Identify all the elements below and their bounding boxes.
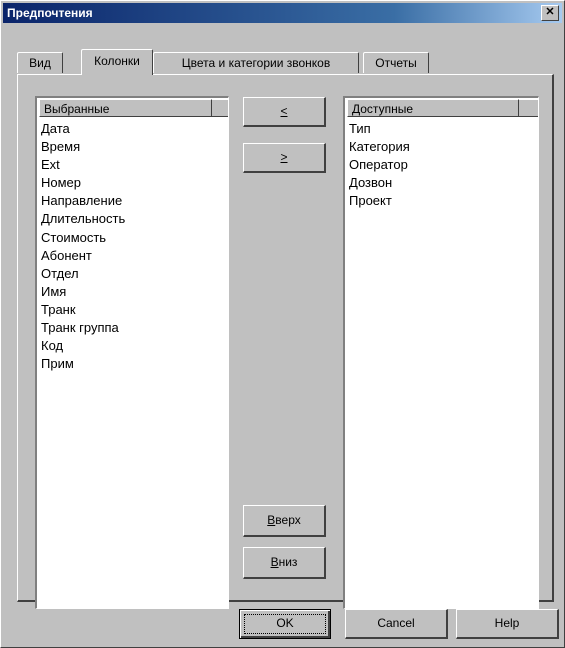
tab-colors-categories[interactable]: Цвета и категории звонков — [153, 52, 359, 73]
selected-columns-list[interactable]: Выбранные Дата Время Ext Номер Направлен… — [35, 96, 229, 609]
move-left-button[interactable]: < — [243, 97, 326, 127]
list-item[interactable]: Длительность — [41, 210, 125, 228]
close-button[interactable]: ✕ — [541, 5, 559, 21]
tab-columns-label: Колонки — [94, 54, 140, 68]
selected-header-filler — [212, 99, 228, 117]
list-item[interactable]: Отдел — [41, 265, 125, 283]
ok-label: OK — [276, 616, 294, 630]
tab-view-label: Вид — [29, 56, 51, 70]
available-columns-list[interactable]: Доступные Тип Категория Оператор Дозвон … — [343, 96, 539, 609]
tab-reports[interactable]: Отчеты — [363, 52, 429, 73]
list-item[interactable]: Дата — [41, 120, 125, 138]
list-item[interactable]: Оператор — [349, 156, 410, 174]
list-item[interactable]: Ext — [41, 156, 125, 174]
move-down-label: низ — [278, 555, 298, 569]
list-item[interactable]: Номер — [41, 174, 125, 192]
window-title: Предпочтения — [7, 6, 93, 20]
close-icon: ✕ — [545, 6, 555, 18]
list-item[interactable]: Транк группа — [41, 319, 125, 337]
available-header-filler — [519, 99, 538, 117]
move-left-label: < — [280, 104, 288, 118]
move-right-button[interactable]: > — [243, 143, 326, 173]
move-right-label: > — [280, 150, 288, 164]
tab-columns[interactable]: Колонки — [81, 49, 153, 75]
move-up-button[interactable]: Вверх — [243, 505, 326, 537]
ok-button[interactable]: OK — [239, 609, 331, 639]
list-item[interactable]: Транк — [41, 301, 125, 319]
list-item[interactable]: Стоимость — [41, 229, 125, 247]
list-item[interactable]: Имя — [41, 283, 125, 301]
list-item[interactable]: Прим — [41, 355, 125, 373]
list-item[interactable]: Дозвон — [349, 174, 410, 192]
cancel-label: Cancel — [377, 616, 415, 630]
available-header-label: Доступные — [352, 102, 413, 116]
available-items: Тип Категория Оператор Дозвон Проект — [349, 120, 410, 210]
move-down-accel: В — [270, 555, 279, 569]
list-item[interactable]: Направление — [41, 192, 125, 210]
tab-view[interactable]: Вид — [17, 52, 63, 73]
list-item[interactable]: Категория — [349, 138, 410, 156]
selected-header-label: Выбранные — [44, 102, 110, 116]
help-button[interactable]: Help — [456, 609, 559, 639]
preferences-dialog: Предпочтения ✕ Вид Колонки Цвета и катег… — [0, 0, 565, 648]
move-down-button[interactable]: Вниз — [243, 547, 326, 579]
title-bar[interactable]: Предпочтения ✕ — [3, 3, 562, 23]
tab-colors-label: Цвета и категории звонков — [181, 56, 331, 70]
move-up-label: верх — [275, 513, 301, 527]
selected-list-header[interactable]: Выбранные — [39, 99, 212, 117]
list-item[interactable]: Код — [41, 337, 125, 355]
tab-reports-label: Отчеты — [375, 56, 417, 70]
list-item[interactable]: Проект — [349, 192, 410, 210]
available-list-header[interactable]: Доступные — [347, 99, 519, 117]
list-item[interactable]: Абонент — [41, 247, 125, 265]
list-item[interactable]: Время — [41, 138, 125, 156]
cancel-button[interactable]: Cancel — [345, 609, 448, 639]
list-item[interactable]: Тип — [349, 120, 410, 138]
selected-items: Дата Время Ext Номер Направление Длитель… — [41, 120, 125, 373]
help-label: Help — [494, 616, 520, 630]
